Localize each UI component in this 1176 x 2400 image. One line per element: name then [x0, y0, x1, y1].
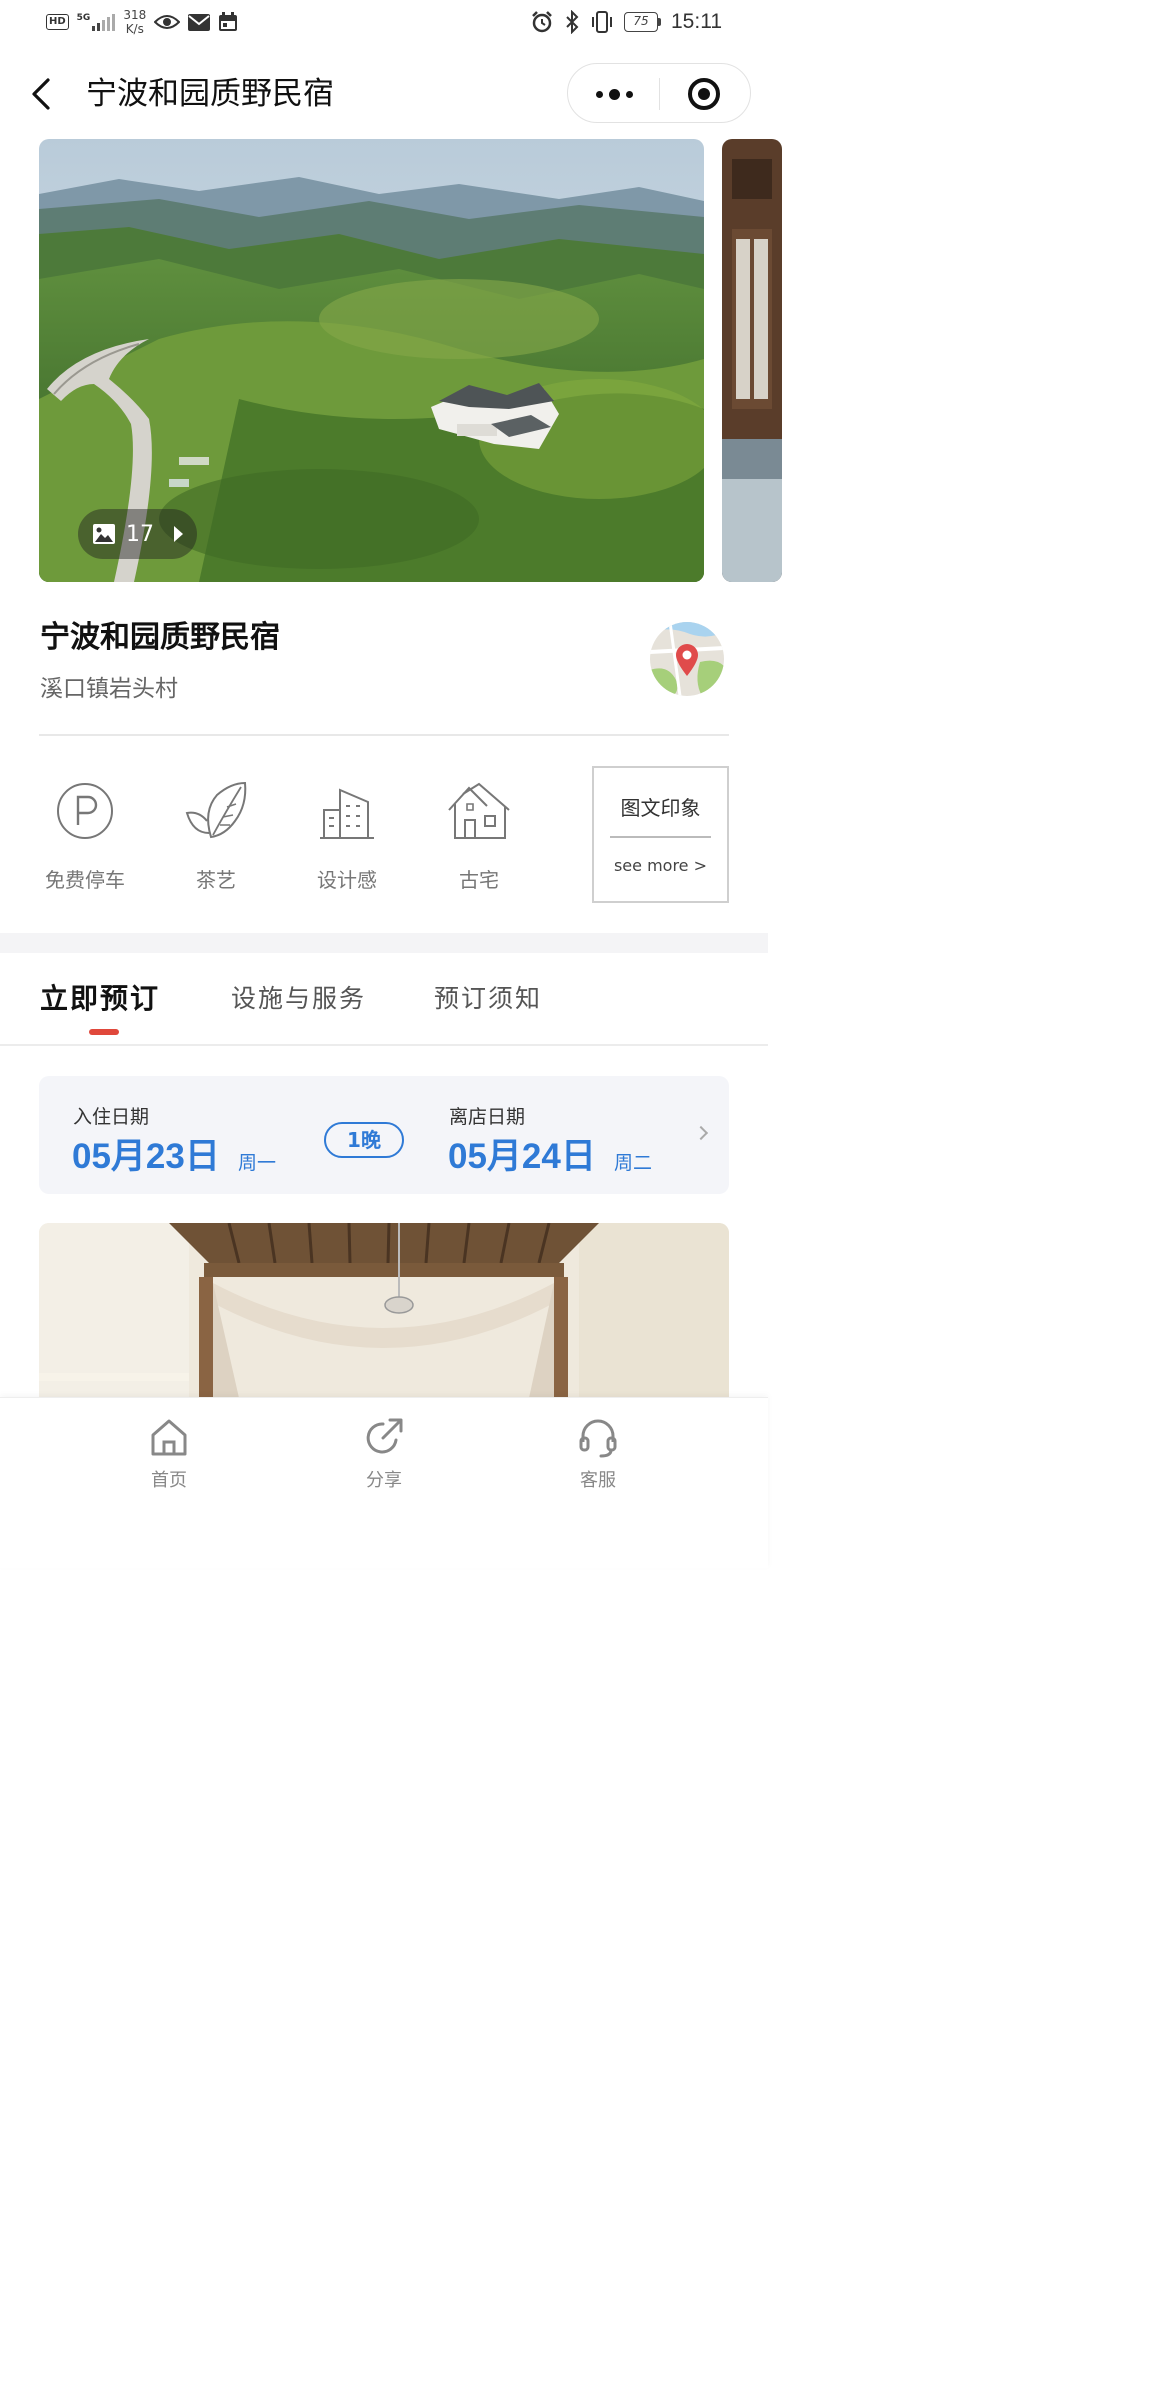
feature-label: 免费停车: [45, 868, 125, 892]
chevron-left-icon: [32, 78, 50, 110]
checkin-label: 入住日期: [73, 1106, 150, 1128]
bottom-tab-share[interactable]: 分享: [334, 1414, 434, 1492]
old-house-icon: [448, 782, 510, 839]
checkin-date[interactable]: 05月23日: [72, 1134, 220, 1180]
status-time: 15:11: [671, 10, 722, 33]
close-mini-program-button[interactable]: [688, 78, 720, 110]
more-dots-icon: [595, 88, 633, 100]
feature-label: 古宅: [459, 868, 499, 892]
mail-icon: [188, 13, 211, 31]
bottom-tab-bar: 首页 分享 客服: [0, 1397, 768, 1568]
status-right: 75 15:11: [530, 10, 722, 34]
building-icon: [320, 788, 374, 839]
network-label: 5G: [76, 13, 91, 23]
see-more-link[interactable]: see more >: [594, 856, 727, 875]
feature-tea: 茶艺: [161, 776, 271, 894]
divider: [39, 734, 729, 736]
checkout-label: 离店日期: [449, 1106, 526, 1128]
bluetooth-icon: [566, 10, 579, 34]
divider: [0, 1044, 768, 1046]
speed-value: 318: [123, 8, 147, 22]
feature-free-parking: 免费停车: [30, 776, 140, 894]
eye-icon: [154, 15, 181, 29]
map-pin-icon: [650, 622, 724, 696]
mini-program-capsule: [567, 63, 751, 123]
page-title: 宁波和园质野民宿: [86, 76, 334, 112]
play-arrow-icon: [174, 526, 183, 542]
target-icon: [698, 88, 710, 100]
calendar-icon: [219, 12, 238, 31]
map-location-button[interactable]: [650, 622, 724, 696]
bottom-tab-label: 首页: [151, 1470, 187, 1491]
checkout-date[interactable]: 05月24日: [448, 1134, 596, 1180]
network-speed: 318 K/s: [123, 8, 146, 36]
bottom-tab-label: 分享: [366, 1470, 402, 1491]
photo-count-badge[interactable]: 17: [78, 509, 197, 559]
date-picker-card[interactable]: 入住日期 05月23日 周一 1晚 离店日期 05月24日 周二: [39, 1076, 729, 1194]
checkout-weekday: 周二: [614, 1152, 653, 1174]
vibrate-icon: [592, 11, 612, 33]
bottom-tab-label: 客服: [580, 1470, 616, 1491]
status-left: HD 5G 318 K/s: [46, 8, 238, 36]
signal-icon: 5G: [77, 13, 116, 31]
parking-icon: [57, 783, 113, 839]
battery-icon: 75: [624, 12, 661, 32]
feature-old-house: 古宅: [424, 776, 534, 894]
tab-booking-notice[interactable]: 预订须知: [434, 978, 542, 1020]
tab-book-now[interactable]: 立即预订: [40, 978, 160, 1020]
share-icon: [366, 1418, 403, 1454]
battery-level: 75: [633, 14, 649, 28]
image-icon: [93, 524, 115, 544]
status-bar: HD 5G 318 K/s 75 15:11: [0, 0, 768, 48]
checkin-weekday: 周一: [238, 1152, 277, 1174]
nav-bar: 宁波和园质野民宿: [0, 56, 768, 132]
more-menu-button[interactable]: [568, 64, 660, 124]
hotel-address: 溪口镇岩头村: [40, 676, 178, 702]
chevron-right-icon: [693, 1125, 709, 1141]
feature-label: 设计感: [317, 868, 377, 892]
feature-label: 茶艺: [196, 868, 236, 892]
headset-icon: [579, 1419, 617, 1458]
photo-story-card[interactable]: 图文印象 see more >: [592, 766, 729, 903]
photo-count-value: 17: [126, 521, 154, 547]
tab-facilities[interactable]: 设施与服务: [231, 978, 366, 1020]
room-interior-image: [39, 1223, 729, 1398]
back-button[interactable]: [24, 74, 60, 114]
hd-badge: HD: [46, 14, 69, 30]
feature-design: 设计感: [292, 776, 402, 894]
photo-story-title: 图文印象: [620, 796, 701, 820]
bottom-tab-service[interactable]: 客服: [548, 1414, 648, 1492]
interior-image: [722, 139, 782, 582]
active-tab-indicator: [89, 1029, 119, 1035]
nights-badge: 1晚: [324, 1122, 404, 1158]
speed-unit: K/s: [125, 22, 144, 36]
section-gap: [0, 933, 768, 953]
bottom-tab-home[interactable]: 首页: [119, 1414, 219, 1492]
tea-leaf-icon: [185, 781, 247, 839]
alarm-icon: [532, 11, 552, 33]
home-icon: [151, 1419, 187, 1456]
next-photo-preview[interactable]: [722, 139, 782, 582]
hotel-name: 宁波和园质野民宿: [40, 620, 280, 655]
room-photo[interactable]: [39, 1223, 729, 1398]
